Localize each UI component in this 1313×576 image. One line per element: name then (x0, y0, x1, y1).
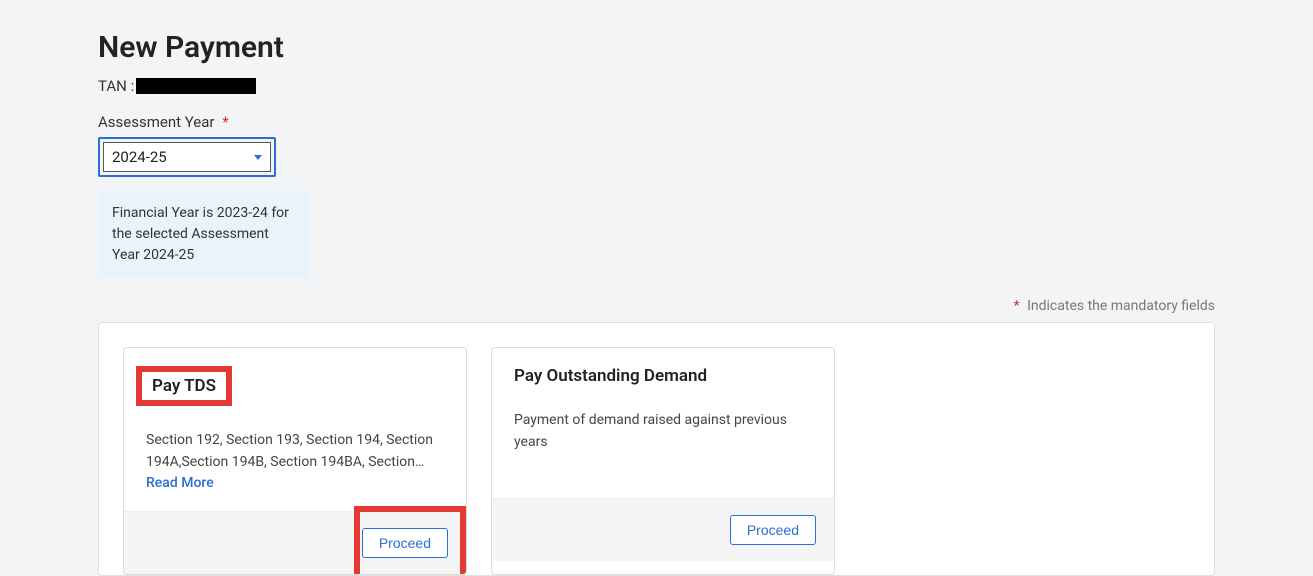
pay-tds-description: Section 192, Section 193, Section 194, S… (146, 430, 444, 495)
financial-year-info: Financial Year is 2023-24 for the select… (98, 191, 308, 278)
pay-tds-card-body: Pay TDS Section 192, Section 193, Sectio… (124, 348, 466, 511)
tan-label: TAN : (98, 77, 134, 95)
outstanding-proceed-button[interactable]: Proceed (730, 515, 816, 545)
page-title: New Payment (98, 30, 1215, 65)
assessment-year-select[interactable]: 2024-25 (98, 137, 276, 177)
outstanding-title-row: Pay Outstanding Demand (514, 366, 812, 386)
assessment-year-label: Assessment Year * (98, 113, 1215, 131)
outstanding-card-footer: Proceed (492, 498, 834, 561)
assessment-year-label-text: Assessment Year (98, 113, 214, 131)
payment-options-panel: Pay TDS Section 192, Section 193, Sectio… (98, 322, 1215, 576)
caret-down-icon (254, 155, 262, 160)
tan-value (136, 78, 256, 94)
outstanding-description: Payment of demand raised against previou… (514, 410, 812, 453)
required-star-icon: * (222, 113, 228, 131)
mandatory-text: Indicates the mandatory fields (1027, 298, 1215, 314)
mandatory-note: * Indicates the mandatory fields (98, 298, 1215, 314)
pay-tds-title: Pay TDS (136, 366, 232, 406)
outstanding-title: Pay Outstanding Demand (514, 366, 707, 386)
outstanding-card-body: Pay Outstanding Demand Payment of demand… (492, 348, 834, 498)
pay-tds-card: Pay TDS Section 192, Section 193, Sectio… (123, 347, 467, 575)
mandatory-star-icon: * (1014, 298, 1020, 314)
tan-row: TAN : (98, 77, 1215, 95)
pay-tds-card-footer: Proceed (124, 511, 466, 574)
read-more-link[interactable]: Read More (146, 475, 214, 491)
pay-tds-desc-text: Section 192, Section 193, Section 194, S… (146, 432, 433, 470)
pay-outstanding-demand-card: Pay Outstanding Demand Payment of demand… (491, 347, 835, 575)
assessment-year-value: 2024-25 (112, 148, 167, 166)
pay-tds-proceed-button[interactable]: Proceed (362, 528, 448, 558)
pay-tds-title-row: Pay TDS (146, 366, 444, 406)
page-container: New Payment TAN : Assessment Year * 2024… (0, 0, 1313, 576)
assessment-year-select-inner[interactable]: 2024-25 (103, 142, 271, 172)
